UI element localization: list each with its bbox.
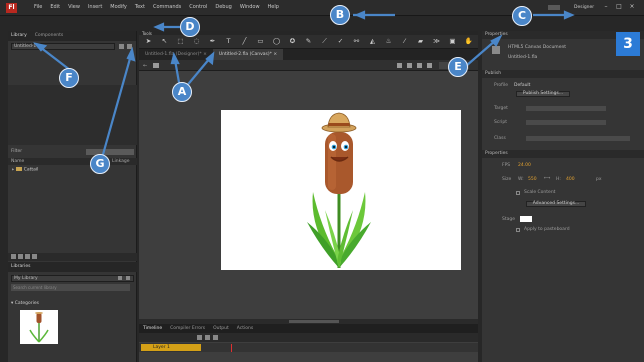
callout-D: D	[180, 17, 200, 37]
arrow-E-icon	[465, 39, 497, 67]
callout-A: A	[172, 82, 192, 102]
arrowhead-A1-icon	[170, 51, 180, 65]
callout-B: B	[330, 5, 350, 25]
arrow-F-icon	[39, 46, 71, 71]
callout-E: E	[448, 57, 468, 77]
callout-G: G	[90, 154, 110, 174]
step-number-badge: 3	[616, 32, 640, 56]
arrowhead-D-icon	[153, 22, 165, 32]
arrow-G-icon	[100, 54, 133, 159]
arrowhead-C-icon	[563, 10, 575, 20]
callout-C: C	[512, 6, 532, 26]
arrowhead-G-icon	[126, 46, 136, 62]
arrowhead-B-icon	[354, 10, 366, 20]
arrow-A2-icon	[184, 57, 211, 89]
annotation-arrows	[33, 10, 575, 159]
animate-window: Fl File Edit View Insert Modify Text Com…	[0, 0, 644, 362]
callout-F: F	[59, 68, 79, 88]
